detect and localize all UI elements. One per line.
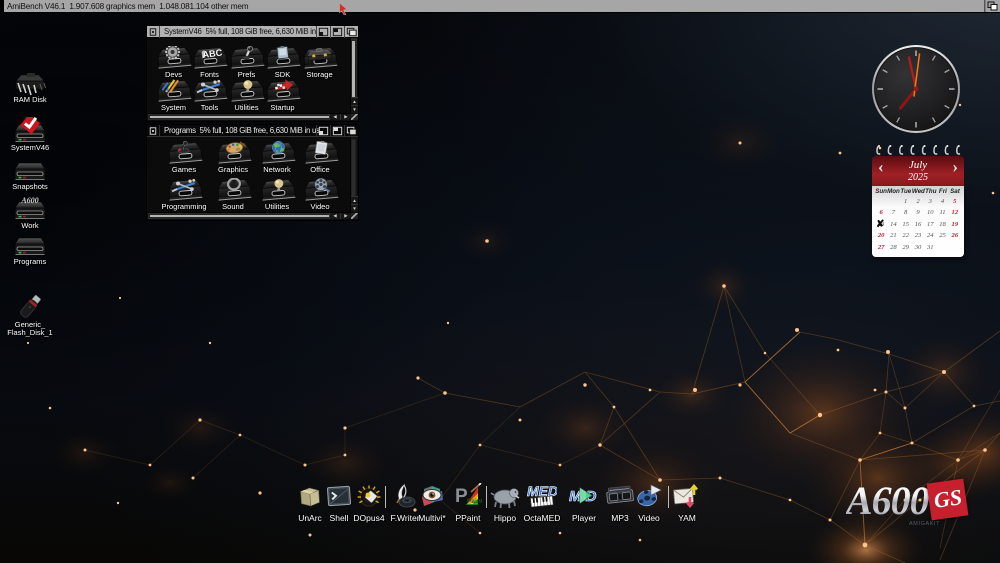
svg-text:A600: A600 [20,196,38,205]
